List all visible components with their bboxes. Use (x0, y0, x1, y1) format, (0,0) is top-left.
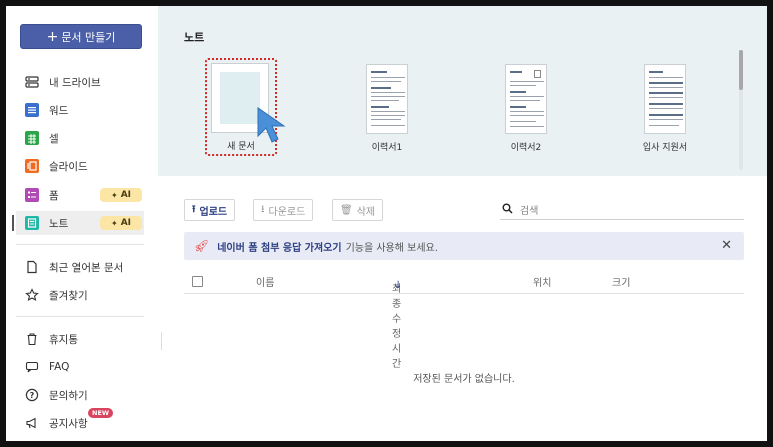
sidebar-item-label: 노트 (49, 217, 69, 230)
sidebar-item-label: 셀 (49, 132, 59, 145)
app-window: + 문서 만들기 내 드라이브 워드 셀 슬라이드 폼 ✦ AI 노트 ✦ AI… (6, 6, 767, 441)
divider (161, 332, 162, 350)
sidebar-item-notice[interactable]: 공지사항 (16, 411, 144, 435)
sidebar-item-label: 슬라이드 (49, 160, 88, 173)
notice-link[interactable]: 네이버 폼 첨부 응답 가져오기 (217, 239, 341, 254)
download-label: 다운로드 (268, 206, 306, 218)
sidebar: + 문서 만들기 내 드라이브 워드 셀 슬라이드 폼 ✦ AI 노트 ✦ AI… (6, 6, 158, 441)
template-label: 이력서2 (510, 143, 542, 153)
sidebar-item-label: 워드 (49, 104, 69, 117)
template-panel: 노트 새 문서 이력서1 이력서2 입사 지원서 (158, 6, 767, 176)
sidebar-item-label: 문의하기 (49, 389, 88, 402)
template-thumbnail (644, 64, 686, 134)
trash-icon (25, 332, 39, 346)
create-document-button[interactable]: + 문서 만들기 (20, 24, 142, 49)
sidebar-item-label: 폼 (49, 189, 59, 202)
sidebar-item-slide[interactable]: 슬라이드 (16, 154, 144, 178)
close-icon[interactable]: ✕ (721, 238, 732, 253)
slide-icon (25, 159, 39, 173)
star-icon (25, 288, 39, 302)
sidebar-item-label: 공지사항 (49, 417, 88, 430)
sidebar-item-trash[interactable]: 휴지통 (16, 327, 144, 351)
column-modified-label: 최종 수정 시간 (392, 284, 402, 370)
faq-icon (25, 360, 39, 374)
template-label: 이력서1 (371, 143, 403, 153)
column-size[interactable]: 크기 (612, 274, 630, 289)
sidebar-item-favorites[interactable]: 즐겨찾기 (16, 283, 144, 307)
note-icon (25, 216, 39, 230)
ai-badge: ✦ AI (100, 216, 142, 230)
drive-icon (25, 75, 39, 89)
sort-down-icon: ↓ (394, 280, 403, 291)
template-card-application[interactable]: 입사 지원서 (630, 64, 700, 153)
column-location[interactable]: 위치 (533, 274, 551, 289)
table-header: 이름 최종 수정 시간 ↓ 위치 크기 (184, 268, 744, 370)
cell-icon (25, 131, 39, 145)
divider (16, 244, 144, 245)
sidebar-item-label: 최근 열어본 문서 (49, 261, 124, 274)
template-label: 입사 지원서 (642, 143, 688, 153)
template-thumbnail (505, 64, 547, 134)
sidebar-item-my-drive[interactable]: 내 드라이브 (16, 70, 144, 94)
upload-icon: ⭱ (192, 203, 196, 215)
sidebar-item-cell[interactable]: 셀 (16, 126, 144, 150)
sidebar-item-word[interactable]: 워드 (16, 98, 144, 122)
ai-badge-label: AI (120, 218, 132, 228)
search-placeholder: 검색 (520, 206, 539, 217)
megaphone-icon (25, 416, 39, 430)
document-icon (25, 260, 39, 274)
column-name[interactable]: 이름 (256, 274, 274, 289)
trash-icon: 🗑︎ (340, 204, 353, 216)
delete-button[interactable]: 🗑︎ 삭제 (332, 199, 384, 221)
sidebar-item-faq[interactable]: FAQ (16, 355, 144, 379)
ai-badge: ✦ AI (100, 188, 142, 202)
sidebar-item-recent[interactable]: 최근 열어본 문서 (16, 255, 144, 279)
rocket-icon: 🚀︎ (194, 239, 210, 253)
upload-label: 업로드 (199, 206, 228, 218)
sidebar-item-form[interactable]: 폼 ✦ AI (16, 183, 144, 207)
search-input[interactable]: 검색 (500, 200, 744, 220)
download-button[interactable]: ⭳ 다운로드 (253, 199, 314, 221)
svg-text:?: ? (30, 391, 35, 400)
select-all-checkbox[interactable] (192, 276, 203, 287)
upload-button[interactable]: ⭱ 업로드 (184, 199, 236, 221)
sidebar-item-label: 휴지통 (49, 333, 78, 346)
divider (16, 316, 144, 317)
sparkle-icon: ✦ (110, 190, 118, 200)
sidebar-item-label: 즐겨찾기 (49, 289, 88, 302)
notice-text: 기능을 사용해 보세요. (345, 242, 438, 254)
sidebar-item-label: FAQ (49, 361, 70, 373)
sidebar-item-note[interactable]: 노트 ✦ AI (12, 211, 144, 235)
form-icon (25, 188, 39, 202)
notice-banner: 🚀︎ 네이버 폼 첨부 응답 가져오기 기능을 사용해 보세요. ✕ (184, 232, 744, 260)
empty-state-message: 저장된 문서가 없습니다. (413, 374, 515, 385)
download-icon: ⭳ (261, 203, 265, 215)
sparkle-icon: ✦ (110, 218, 118, 228)
search-icon (502, 203, 513, 217)
sidebar-item-label: 내 드라이브 (49, 76, 101, 89)
word-icon (25, 103, 39, 117)
ai-badge-label: AI (120, 190, 132, 200)
scrollbar-thumb[interactable] (739, 50, 743, 90)
template-card-resume-1[interactable]: 이력서1 (352, 64, 422, 153)
create-document-label: 문서 만들기 (61, 30, 116, 44)
template-panel-title: 노트 (184, 31, 205, 44)
question-icon: ? (25, 388, 39, 402)
sidebar-item-contact[interactable]: ? 문의하기 (16, 383, 144, 407)
delete-label: 삭제 (356, 206, 376, 218)
template-thumbnail (366, 64, 408, 134)
template-card-resume-2[interactable]: 이력서2 (491, 64, 561, 153)
cursor-arrow-icon (257, 107, 286, 143)
new-badge: NEW (88, 408, 114, 418)
plus-icon: + (46, 28, 59, 45)
